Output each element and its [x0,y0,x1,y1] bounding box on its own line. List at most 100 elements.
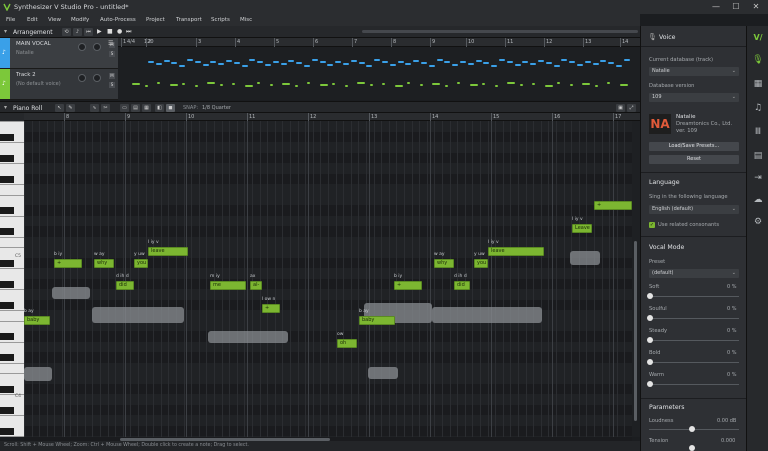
ruler-bar-number[interactable]: 11 [249,114,255,120]
note[interactable]: me [210,281,246,290]
note[interactable]: baby [359,316,395,325]
vertical-scroll-thumb[interactable] [634,241,637,421]
note[interactable]: Leave [572,224,592,233]
close-button[interactable]: ✕ [746,1,766,13]
black-key[interactable] [0,427,14,435]
view-mode-3-icon[interactable]: ▦ [142,104,151,112]
db-version-select[interactable]: 109 ⌄ [649,93,739,102]
volume-knob[interactable] [78,74,86,82]
track-2[interactable]: ♪ Track 2 (No default voice) M S [0,69,118,100]
view-mode-2-icon[interactable]: ▤ [131,104,140,112]
ruler-bar-number[interactable]: 11 [507,39,513,45]
metronome-icon[interactable]: ♪ [73,28,82,36]
track-name[interactable]: Track 2 [16,72,36,78]
note[interactable]: why [434,259,454,268]
piano-keyboard[interactable]: C5 C4 [0,121,24,437]
menu-transport[interactable]: Transport [176,17,202,23]
loudness-slider-knob[interactable] [689,426,695,432]
note[interactable]: leave [488,247,544,256]
black-key[interactable] [0,154,14,162]
black-key[interactable] [0,333,14,340]
voice-panel-icon[interactable]: 🎙 [752,54,764,66]
vocal-mode-slider-knob[interactable] [647,381,653,387]
note[interactable]: you [474,259,488,268]
collapse-piano-roll-icon[interactable]: ▾ [4,104,7,111]
vocal-mode-slider[interactable] [649,384,739,385]
menu-scripts[interactable]: Scripts [211,17,230,23]
black-key[interactable] [0,207,14,214]
knife-tool-icon[interactable]: ✂ [101,104,110,112]
ruler-bar-number[interactable]: 13 [585,39,591,45]
menu-edit[interactable]: Edit [27,17,38,23]
note[interactable]: + [394,281,422,290]
snap-select[interactable]: 1/8 Quarter [202,105,231,111]
piano-roll-vertical-scrollbar[interactable] [632,121,640,437]
fast-forward-icon[interactable]: ⏭ [126,28,131,36]
vocal-mode-slider-knob[interactable] [647,293,653,299]
library-icon[interactable]: Ⅲ [752,126,764,138]
black-key[interactable] [0,259,14,267]
vocal-mode-slider[interactable] [649,362,739,363]
book-icon[interactable]: ▤ [752,150,764,162]
ruler-bar-number[interactable]: 16 [554,114,560,120]
rewind-icon[interactable]: ⏮ [84,28,93,36]
ruler-bar-number[interactable]: 6 [315,39,318,45]
vocal-mode-slider-knob[interactable] [647,359,653,365]
note[interactable]: al- [250,281,262,290]
note[interactable]: + [262,304,280,313]
menu-project[interactable]: Project [146,17,165,23]
view-mode-4-icon[interactable]: ◧ [155,104,164,112]
note[interactable]: + [594,201,632,210]
black-key[interactable] [0,354,14,361]
ruler-bar-number[interactable]: 2 [148,39,151,45]
ruler-bar-number[interactable]: 5 [276,39,279,45]
ruler-bar-number[interactable]: 10 [468,39,474,45]
vocal-mode-slider[interactable] [649,318,739,319]
pen-tool-icon[interactable]: ✎ [66,104,75,112]
ruler-bar-number[interactable]: 7 [354,39,357,45]
pitch-tool-icon[interactable]: ∿ [90,104,99,112]
ruler-bar-number[interactable]: 14 [622,39,628,45]
note[interactable]: did [454,281,470,290]
note[interactable]: leave [148,247,188,256]
menu-modify[interactable]: Modify [71,17,89,23]
volume-knob[interactable] [78,43,86,51]
fullscreen-icon[interactable]: ⤢ [627,104,636,112]
pan-knob[interactable] [93,43,101,51]
ruler-bar-number[interactable]: 14 [432,114,438,120]
track-name[interactable]: MAIN VOCAL [16,41,51,47]
vocal-mode-slider[interactable] [649,296,739,297]
load-save-presets-button[interactable]: Load/Save Presets... [649,142,739,151]
ruler-bar-number[interactable]: 8 [66,114,69,120]
note[interactable]: + [54,259,82,268]
tension-slider-knob[interactable] [689,445,695,451]
arrangement-scroll[interactable] [362,30,638,33]
collapse-arrangement-icon[interactable]: ▾ [4,28,7,35]
piano-roll-canvas[interactable]: b ay baby b iy + w ay why d ih d did y uw you l iy… [24,121,632,437]
ruler-bar-number[interactable]: 9 [432,39,435,45]
menu-view[interactable]: View [48,17,61,23]
black-key[interactable] [0,385,14,393]
view-mode-1-icon[interactable]: ▭ [120,104,129,112]
pan-knob[interactable] [93,74,101,82]
ruler-bar-number[interactable]: 10 [188,114,194,120]
music-note-icon[interactable]: ♫ [752,102,764,114]
note[interactable]: why [94,259,114,268]
ruler-bar-number[interactable]: 9 [127,114,130,120]
mute-button[interactable]: M [109,73,115,79]
menu-auto-process[interactable]: Auto-Process [100,17,136,23]
ruler-bar-number[interactable]: 12 [310,114,316,120]
ruler-bar-number[interactable]: 15 [493,114,499,120]
ruler-bar-number[interactable]: 12 [546,39,552,45]
ruler-bar-number[interactable]: 3 [198,39,201,45]
note[interactable]: oh [337,339,357,348]
black-key[interactable] [0,228,14,235]
black-key[interactable] [0,133,14,141]
calendar-icon[interactable]: ▦ [752,78,764,90]
vocal-mode-slider-knob[interactable] [647,337,653,343]
time-signature[interactable]: 4/4 [127,39,135,45]
menu-misc[interactable]: Misc [240,17,252,23]
language-select[interactable]: English (default) ⌄ [649,205,739,214]
maximize-button[interactable]: ☐ [726,1,746,13]
ruler-bar-number[interactable]: 8 [393,39,396,45]
